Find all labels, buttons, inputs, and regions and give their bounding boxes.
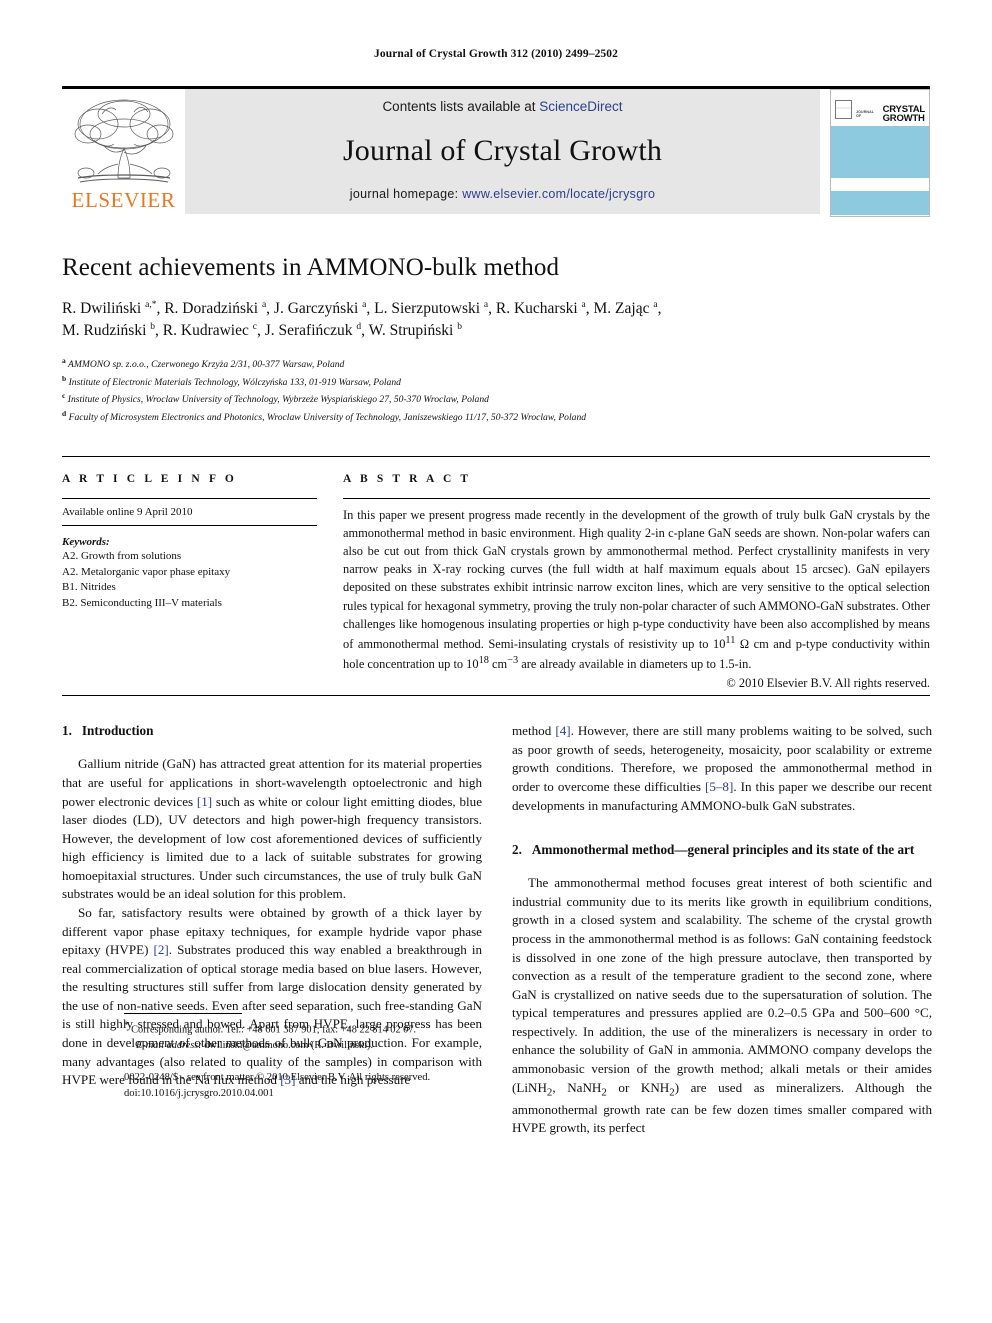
paragraph-continuation: method [4]. However, there are still man…	[512, 723, 932, 813]
page-title: Recent achievements in AMMONO-bulk metho…	[62, 254, 560, 281]
abstract-copyright: © 2010 Elsevier B.V. All rights reserved…	[726, 676, 930, 691]
affiliation-mark: c	[62, 391, 66, 401]
affiliation-text: Faculty of Microsystem Electronics and P…	[68, 412, 587, 424]
author-list: R. Dwiliński a,*, R. Doradziński a, J. G…	[62, 298, 930, 343]
journal-title: Journal of Crystal Growth	[342, 133, 663, 167]
section-2-title: Ammonothermal method—general principles …	[531, 842, 915, 858]
elsevier-tree-icon	[68, 94, 180, 190]
cover-journal-name: CRYSTAL GROWTH	[882, 104, 926, 126]
contents-available-line: Contents lists available at ScienceDirec…	[382, 99, 622, 114]
doi-line: doi:10.1016/j.jcrysgro.2010.04.001	[124, 1087, 274, 1099]
corresponding-author-note: * Corresponding author. Tel.: +48 601 38…	[124, 1020, 417, 1036]
cover-image-band-2	[831, 191, 929, 215]
keyword-item: A2. Growth from solutions	[62, 550, 182, 562]
title-block: Recent achievements in AMMONO-bulk metho…	[62, 254, 930, 426]
paper-page: Journal of Crystal Growth 312 (2010) 249…	[0, 0, 992, 1323]
section-2-heading: 2. Ammonothermal method—general principle…	[512, 841, 932, 858]
body-column-right: method [4]. However, there are still man…	[512, 722, 932, 1138]
affiliation-item: a AMMONO sp. z.o.o., Czerwonego Krzyża 2…	[62, 355, 930, 373]
affiliation-text: Institute of Physics, Wroclaw University…	[67, 394, 489, 406]
journal-homepage-link[interactable]: www.elsevier.com/locate/jcrysgro	[462, 187, 655, 201]
affiliation-mark: b	[62, 373, 67, 383]
affiliation-item: c Institute of Physics, Wroclaw Universi…	[62, 390, 930, 408]
section-1-number: 1.	[62, 723, 72, 739]
journal-masthead: ELSEVIER Contents lists available at Sci…	[62, 86, 930, 217]
body-column-left: 1. Introduction Gallium nitride (GaN) has…	[62, 722, 482, 1138]
cover-publisher-icon	[835, 100, 852, 119]
homepage-prefix: journal homepage:	[349, 187, 463, 201]
keywords-label: Keywords:	[62, 536, 110, 548]
affiliation-mark: a	[62, 355, 66, 365]
elsevier-logo: ELSEVIER	[62, 89, 185, 214]
footnote-region: * Corresponding author. Tel.: +48 601 38…	[124, 1013, 544, 1101]
cover-white-band	[831, 178, 929, 191]
imprint-block: 0022-0248/$ - see front matter © 2010 El…	[124, 1070, 544, 1102]
footnote-rule	[124, 1013, 242, 1015]
running-head: Journal of Crystal Growth 312 (2010) 249…	[374, 48, 618, 60]
abstract-heading: A B S T R A C T	[343, 473, 472, 485]
affiliation-text: AMMONO sp. z.o.o., Czerwonego Krzyża 2/3…	[67, 359, 345, 371]
article-history: Available online 9 April 2010	[62, 506, 317, 526]
author-line-2: M. Rudziński b, R. Kudrawiec c, J. Seraf…	[62, 322, 462, 340]
contents-band: Contents lists available at ScienceDirec…	[185, 89, 820, 214]
keyword-item: B2. Semiconducting III–V materials	[62, 596, 222, 609]
cover-journal-of-label: JOURNAL OF	[856, 110, 875, 119]
author-line-1: R. Dwiliński a,*, R. Doradziński a, J. G…	[62, 299, 662, 317]
abstract-text: In this paper we present progress made r…	[343, 508, 930, 672]
contents-prefix: Contents lists available at	[382, 99, 540, 114]
cover-image-band-1	[831, 126, 929, 178]
article-info-rule-top	[62, 498, 317, 499]
affiliation-item: d Faculty of Microsystem Electronics and…	[62, 408, 930, 426]
section-1-title: Introduction	[81, 723, 154, 739]
info-abstract-region: A R T I C L E I N F O Available online 9…	[62, 456, 930, 691]
affiliation-text: Institute of Electronic Materials Techno…	[68, 376, 401, 388]
email-note: E-mail address: dwilinski@ammono.com (R.…	[124, 1038, 544, 1053]
keyword-item: B1. Nitrides	[62, 581, 116, 594]
email-label: E-mail address:	[136, 1040, 202, 1052]
article-info-heading: A R T I C L E I N F O	[62, 473, 237, 485]
abstract-rule-top	[343, 498, 930, 499]
body-columns: 1. Introduction Gallium nitride (GaN) has…	[62, 696, 932, 1138]
cover-title-line2: GROWTH	[882, 113, 925, 125]
issn-line: 0022-0248/$ - see front matter © 2010 El…	[124, 1071, 431, 1083]
article-info-column: A R T I C L E I N F O Available online 9…	[62, 473, 317, 691]
elsevier-wordmark: ELSEVIER	[71, 188, 176, 212]
paragraph: The ammonothermal method focuses great i…	[512, 875, 932, 1136]
affiliation-item: b Institute of Electronic Materials Tech…	[62, 373, 930, 391]
keyword-item: A2. Metalorganic vapor phase epitaxy	[62, 565, 231, 578]
section-1-heading: 1. Introduction	[62, 722, 482, 739]
journal-cover-thumbnail: JOURNAL OF CRYSTAL GROWTH	[820, 89, 930, 217]
sciencedirect-link[interactable]: ScienceDirect	[539, 99, 622, 114]
affiliation-list: a AMMONO sp. z.o.o., Czerwonego Krzyża 2…	[62, 355, 930, 426]
section-2-number: 2.	[512, 842, 522, 858]
journal-homepage-line: journal homepage: www.elsevier.com/locat…	[350, 187, 655, 201]
paragraph: Gallium nitride (GaN) has attracted grea…	[62, 756, 483, 902]
author-email-link[interactable]: dwilinski@ammono.com (R. Dwiliński).	[204, 1040, 373, 1051]
abstract-column: A B S T R A C T In this paper we present…	[343, 473, 930, 691]
affiliation-mark: d	[62, 409, 67, 419]
